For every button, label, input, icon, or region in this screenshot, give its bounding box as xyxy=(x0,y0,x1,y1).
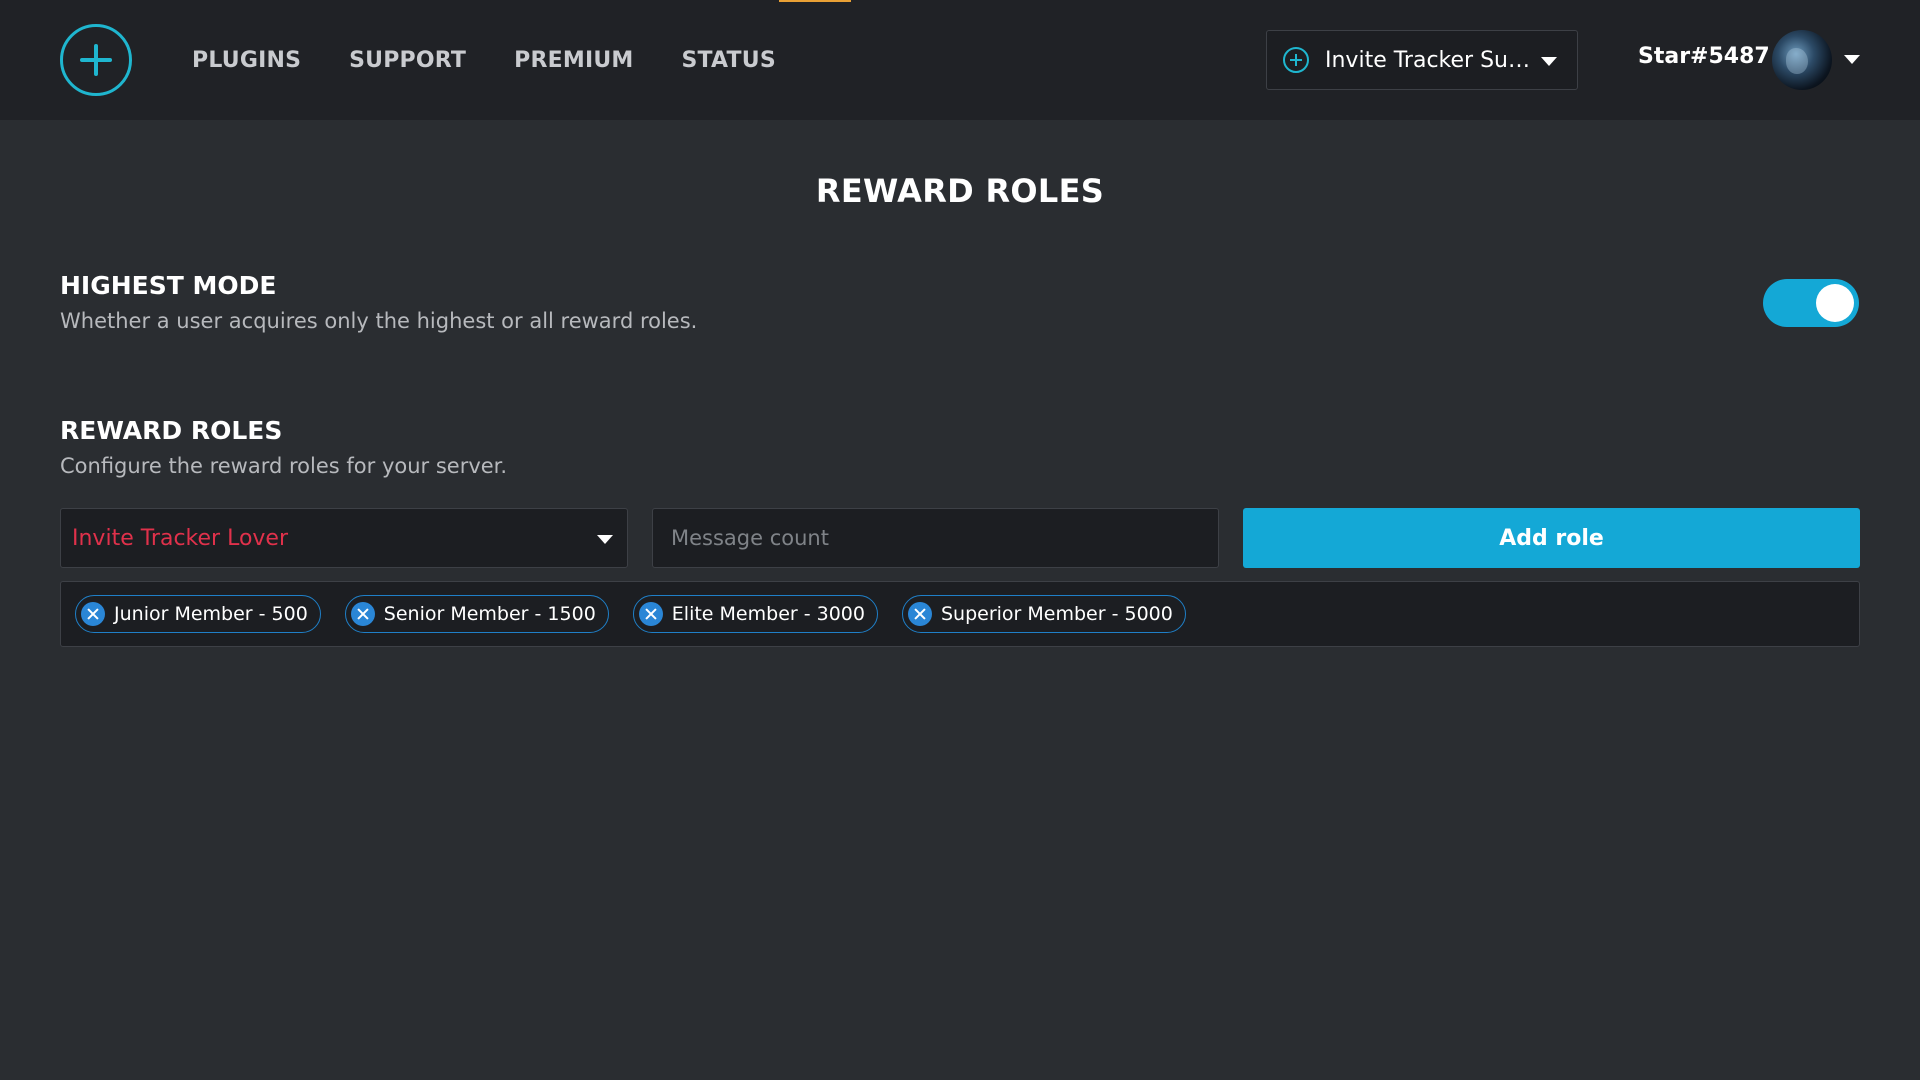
nav-premium[interactable]: PREMIUM xyxy=(514,48,633,73)
avatar[interactable] xyxy=(1772,30,1832,90)
role-tag-label: Senior Member - 1500 xyxy=(383,603,596,625)
server-select-value: Invite Tracker Su… xyxy=(1325,47,1530,73)
top-navigation-bar: PLUGINS SUPPORT PREMIUM STATUS Invite Tr… xyxy=(0,0,1920,120)
add-role-button[interactable]: Add role xyxy=(1243,508,1860,568)
close-circle-icon[interactable] xyxy=(907,602,932,626)
main-nav: PLUGINS SUPPORT PREMIUM STATUS xyxy=(192,0,776,120)
message-count-input[interactable] xyxy=(652,508,1219,568)
nav-plugins[interactable]: PLUGINS xyxy=(192,48,301,73)
highest-mode-toggle[interactable] xyxy=(1763,279,1859,327)
server-select[interactable]: Invite Tracker Su… xyxy=(1266,30,1578,90)
role-tag: Elite Member - 3000 xyxy=(632,595,878,633)
close-circle-icon[interactable] xyxy=(81,602,105,626)
role-select[interactable]: Invite Tracker Lover xyxy=(60,508,628,568)
plus-circle-icon xyxy=(1283,47,1309,73)
active-tab-indicator xyxy=(779,0,851,2)
highest-mode-description: Whether a user acquires only the highest… xyxy=(60,309,698,333)
username[interactable]: Star#5487 xyxy=(1638,44,1770,69)
reward-roles-list: Junior Member - 500 Senior Member - 1500… xyxy=(60,581,1860,647)
role-tag: Superior Member - 5000 xyxy=(901,595,1186,633)
caret-down-icon xyxy=(597,535,613,544)
role-tag: Junior Member - 500 xyxy=(75,595,321,633)
reward-roles-description: Configure the reward roles for your serv… xyxy=(60,454,508,478)
role-tag-label: Superior Member - 5000 xyxy=(940,603,1173,625)
caret-down-icon[interactable] xyxy=(1844,55,1860,64)
close-circle-icon[interactable] xyxy=(638,602,663,626)
toggle-knob xyxy=(1816,284,1854,322)
caret-down-icon xyxy=(1541,57,1557,66)
plus-circle-icon[interactable] xyxy=(60,24,132,96)
role-tag-label: Elite Member - 3000 xyxy=(671,603,865,625)
highest-mode-title: HIGHEST MODE xyxy=(60,271,277,300)
page-title: REWARD ROLES xyxy=(815,172,1105,210)
role-tag: Senior Member - 1500 xyxy=(344,595,609,633)
nav-status[interactable]: STATUS xyxy=(681,48,775,73)
role-select-value: Invite Tracker Lover xyxy=(72,525,289,551)
close-circle-icon[interactable] xyxy=(350,602,375,626)
role-tag-label: Junior Member - 500 xyxy=(114,603,308,625)
reward-roles-title: REWARD ROLES xyxy=(60,416,283,445)
nav-support[interactable]: SUPPORT xyxy=(349,48,466,73)
